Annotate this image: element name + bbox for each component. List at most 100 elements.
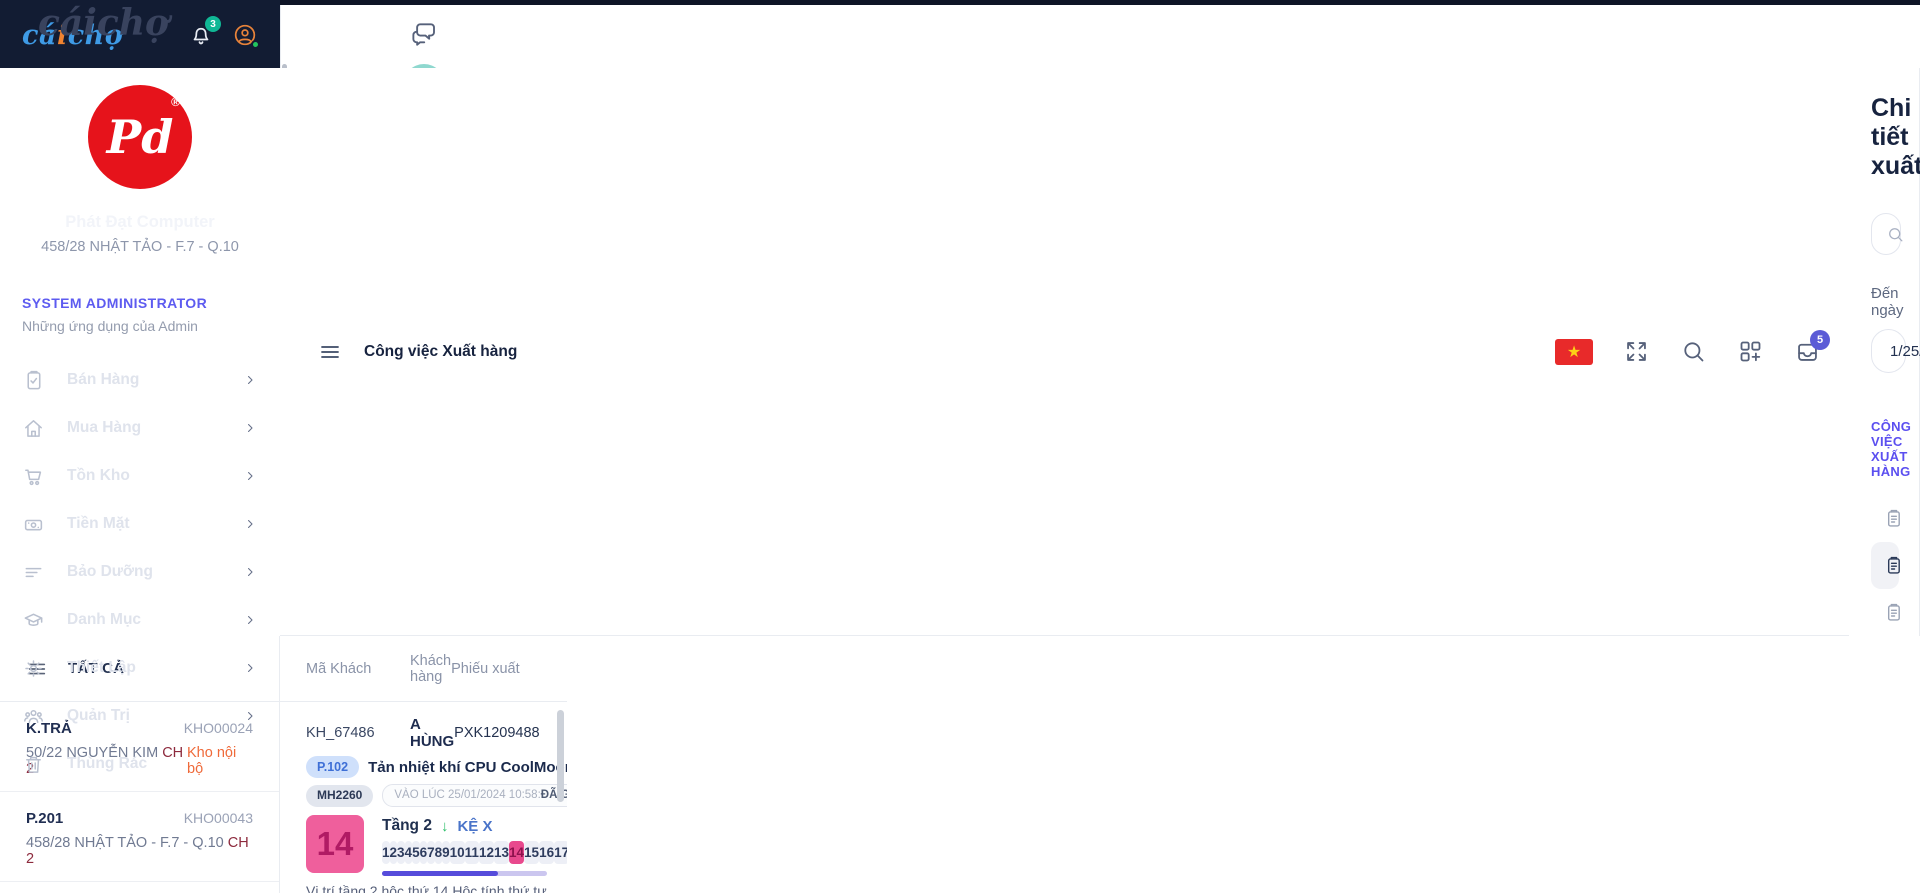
sidebar-item-label: Tiền Mặt [67,515,130,532]
apps-grid-icon[interactable] [1737,338,1764,365]
sidebar-item-quan-tri[interactable]: Quản Trị [22,692,258,740]
section-label: CÔNG VIỆC XUẤT HÀNG [1871,419,1912,479]
order-entry[interactable]: KH_67486A HÙNGPXK120948825/01/24 17:521P… [280,702,567,893]
menu-hamburger-icon[interactable] [318,340,342,364]
list-lines-icon [22,561,45,584]
warehouse-item-p-201[interactable]: P.201 KHO00043 458/28 NHẬT TẢO - F.7 - Q.1… [0,792,279,882]
search-box[interactable] [1871,213,1903,255]
order-detail-line: P.102 Tản nhiệt khí CPU CoolMoon Leto II … [306,756,567,779]
account-icon[interactable] [232,22,260,49]
window-top-strip [280,0,1920,5]
sidebar-item-label: Tồn Kho [67,467,130,484]
rack-label: KỆ X [457,817,493,835]
date-label: Đến ngày [1871,285,1904,319]
sidebar-item-label: Thiết Lập [67,659,136,676]
search-icon[interactable] [1680,338,1707,365]
clipboard-list-icon [1883,602,1904,623]
sidebar-item-ton-kho[interactable]: Tồn Kho [22,452,258,500]
sidebar-item-thiet-lap[interactable]: Thiết Lập [22,644,258,692]
sidebar-item-danh-muc[interactable]: Danh Mục [22,596,258,644]
filter-menu: Theo từng Đơn hàngTheo từng Kho hàngTheo… [1871,495,1900,636]
shelf-cell: 3 [397,841,405,865]
shelf-cell-highlighted: 14 [509,841,525,865]
arrow-down-icon: ↓ [440,817,449,835]
code-badge: MH2260 [306,784,374,807]
sidebar-menu: Bán Hàng Mua Hàng Tồn Kho Tiền Mặt Bảo Dưỡng… [22,356,258,788]
sidebar-item-thung-rac[interactable]: Thùng Rác [22,740,258,788]
money-icon [22,513,45,536]
customer-code: KH_67486 [306,725,375,741]
role-subtitle: Những ứng dụng của Admin [22,318,198,334]
warehouse-item-p-101[interactable]: P 101KHO00034458/28 NHẬT TẢO - F.7 - Q.1… [0,882,279,893]
avatar-scrollbar[interactable] [282,64,287,68]
chevron-right-icon [242,516,258,532]
store-name: Phát Đạt Computer [65,213,215,231]
location-badge: P.102 [306,756,360,779]
sales-clipboard-icon [22,369,45,392]
role-title: SYSTEM ADMINISTRATOR [22,295,208,311]
orders-header-row: Mã KháchKhách hàngPhiếu xuấtNgày xuấtSố … [280,636,567,702]
customer-name: A HÙNG [410,716,455,750]
sidebar-item-label: Danh Mục [67,611,142,628]
chevron-right-icon [242,372,258,388]
page-title: Công việc Xuất hàng [364,342,518,360]
sidebar-item-ban-hang[interactable]: Bán Hàng [22,356,258,404]
shelf-cells: 1234567891011121314151617181920 [382,841,567,865]
store-address: 458/28 NHẬT TẢO - F.7 - Q.10 [41,239,239,255]
fullscreen-icon[interactable] [1623,338,1650,365]
shelf-cell: 15 [524,841,540,865]
date-picker[interactable]: 1/25/2024 [1871,329,1920,373]
vertical-scrollbar[interactable] [557,710,564,802]
avatar[interactable] [403,64,445,68]
sidebar-item-label: Bán Hàng [67,371,140,388]
product-name: Tản nhiệt khí CPU CoolMoon Leto II Auto … [368,758,567,776]
filter-item-theo-tung-kho-hang[interactable]: Theo từng Kho hàng [1871,542,1900,589]
shelf-progress-fill [382,871,498,877]
warehouse-name: P.201 [26,810,64,827]
trash-icon [22,753,45,776]
search-icon [1889,227,1903,241]
filter-item-theo-tung-don-hang[interactable]: Theo từng Đơn hàng [1871,495,1900,542]
notification-count-badge: 3 [205,16,221,32]
gear-icon [22,657,45,680]
clipboard-list-icon [1883,508,1904,529]
sidebar-item-label: Thùng Rác [67,755,148,772]
shelf-cell: 6 [419,841,428,865]
tier-label: Tầng 2 [382,817,432,835]
sidebar-item-bao-duong[interactable]: Bảo Dưỡng [22,548,258,596]
notifications-bell-icon[interactable]: 3 [188,16,221,48]
chevron-right-icon [242,468,258,484]
shelf-cell: 17 [554,841,567,865]
shelf-cell: 8 [434,841,443,865]
users-icon [22,705,45,728]
shelf-position-number: 14 [306,815,364,874]
chevron-right-icon [242,564,258,580]
timestamp-badge: VÀO LÚC 25/01/2024 10:58:ĐÃ GỌI THÊM [382,784,567,808]
shelf-position-caption: Vị trí tầng 2 hộc thứ 14 Hộc tính thứ tự… [306,883,547,893]
date-value: 1/25/2024 [1890,342,1920,360]
chevron-right-icon [242,420,258,436]
column-header-khach-hang: Khách hàng [410,652,452,685]
sidebar-item-mua-hang[interactable]: Mua Hàng [22,404,258,452]
column-header-ma-khach: Mã Khách [306,660,372,677]
chat-icon[interactable] [409,18,439,48]
store-logo: Pd ® [84,81,196,193]
chevron-right-icon [242,660,258,676]
inbox-count-badge: 5 [1810,330,1830,350]
avatar-list: MM [403,64,445,68]
vietnam-flag-icon[interactable]: ★ [1555,338,1593,365]
sidebar-item-label: Bảo Dưỡng [67,563,153,580]
graduation-cap-icon [22,609,45,632]
shelf-cell: 1 [382,841,390,865]
shelf-cell: 2 [389,841,398,865]
shelf-visualization: 14Tầng 2↓KỆ X123456789101112131415161718… [306,815,567,877]
shelf-cell: 5 [412,841,420,865]
sidebar: cáichợ 3 Pd ® Phát Đạt Computer 458/28 N… [0,0,280,773]
shelf-progress-track [382,871,547,877]
inbox-icon[interactable]: 5 [1794,330,1830,365]
shelf-cell: 7 [427,841,435,865]
registered-mark: ® [171,95,180,109]
sidebar-item-tien-mat[interactable]: Tiền Mặt [22,500,258,548]
orders-panel: Mã KháchKhách hàngPhiếu xuấtNgày xuấtSố … [280,636,567,893]
filter-item-theo-tung-ke-hang[interactable]: Theo từng Kệ hàng [1871,589,1900,636]
